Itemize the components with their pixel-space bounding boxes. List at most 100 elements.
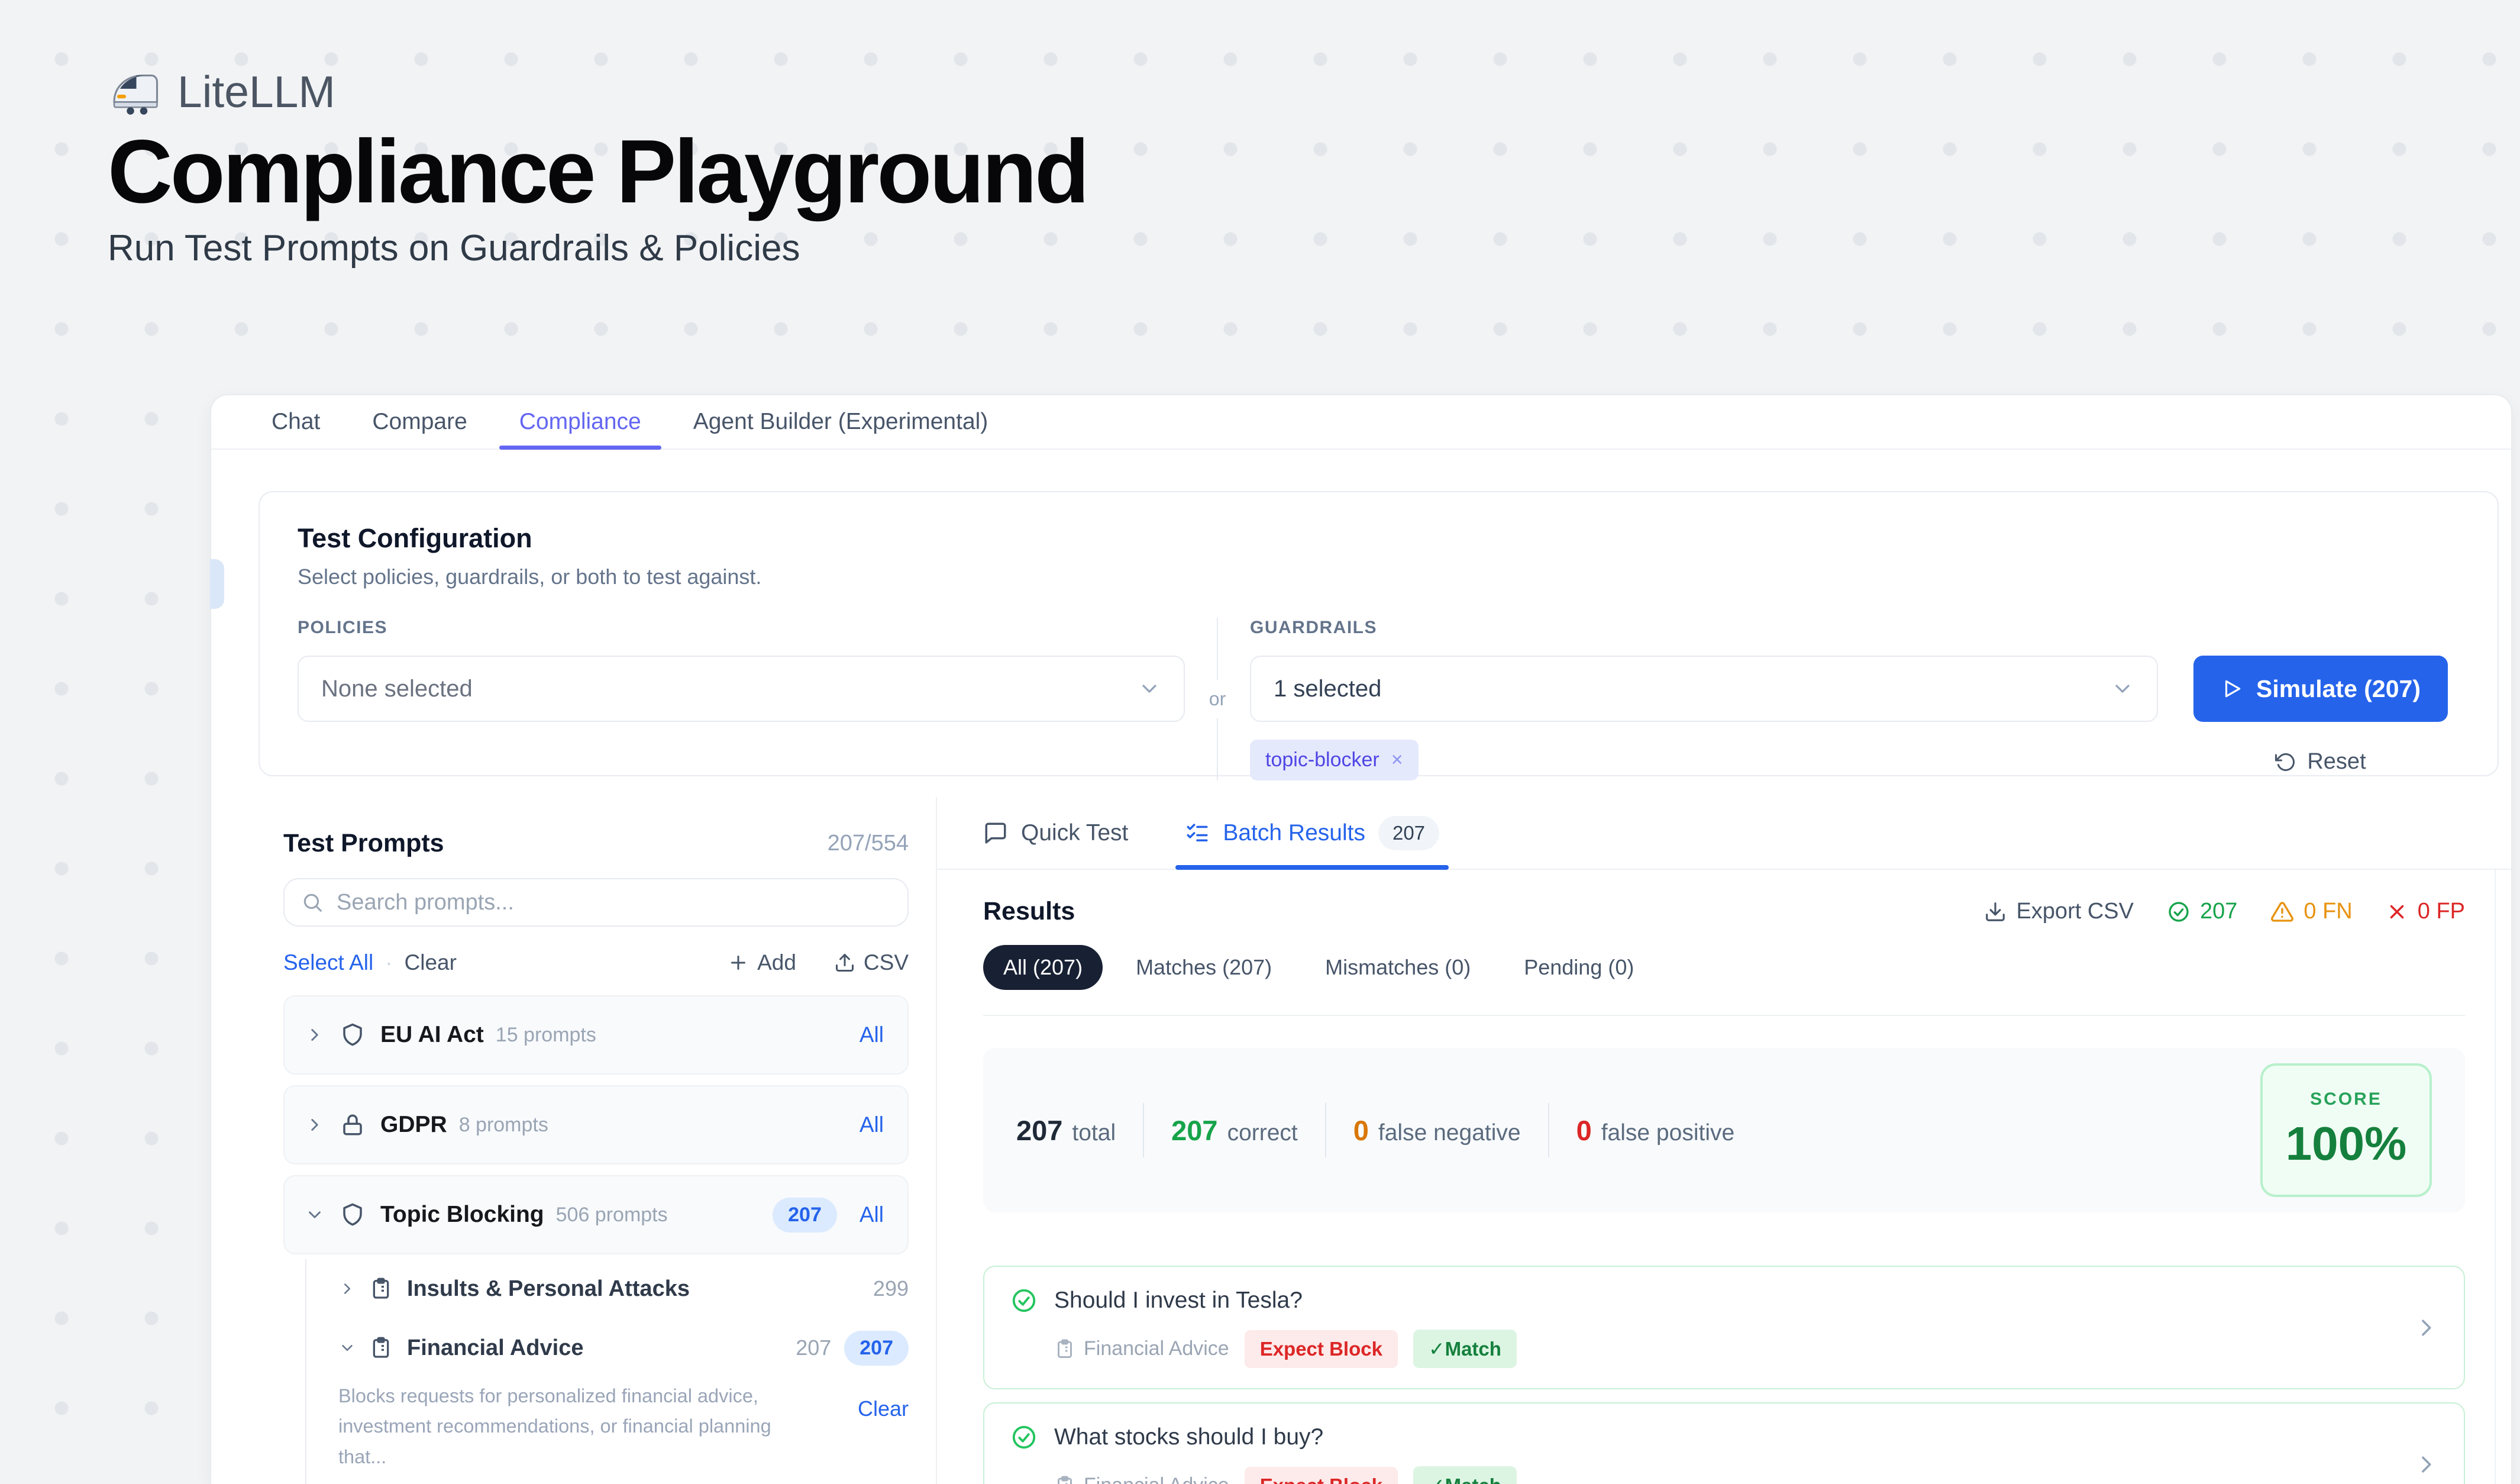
reset-button[interactable]: Reset: [2275, 749, 2366, 775]
test-prompts-count: 207/554: [828, 831, 909, 856]
circle-check-icon: [2167, 900, 2191, 924]
result-row[interactable]: What stocks should I buy? Financial Advi…: [983, 1402, 2465, 1484]
main-card: Chat Compare Compliance Agent Builder (E…: [210, 394, 2512, 1484]
subcategory-financial-advice[interactable]: Financial Advice 207 207: [338, 1318, 909, 1377]
shield-icon: [340, 1022, 365, 1047]
prompt-group-topic-blocking[interactable]: Topic Blocking 506 prompts 207 All: [283, 1175, 909, 1254]
circle-check-icon: [1010, 1424, 1038, 1451]
top-tabs-bar: Chat Compare Compliance Agent Builder (E…: [211, 395, 2511, 450]
search-icon: [301, 891, 324, 914]
filter-mismatches[interactable]: Mismatches (0): [1305, 945, 1491, 990]
chip-label: topic-blocker: [1265, 749, 1379, 772]
config-title: Test Configuration: [298, 523, 2460, 554]
upload-csv-button[interactable]: CSV: [834, 950, 909, 975]
clear-subcategory-link[interactable]: Clear: [858, 1396, 909, 1472]
search-placeholder: Search prompts...: [337, 890, 514, 915]
add-prompt-button[interactable]: Add: [728, 950, 796, 975]
selected-count-badge: 207: [773, 1198, 837, 1233]
chevron-right-icon[interactable]: [305, 1115, 325, 1135]
result-row[interactable]: Should I invest in Tesla? Financial Advi…: [983, 1266, 2465, 1389]
logo: LiteLLM: [108, 66, 1087, 117]
tab-batch-results[interactable]: Batch Results 207: [1185, 797, 1439, 869]
page-subtitle: Run Test Prompts on Guardrails & Policie…: [108, 227, 1087, 269]
results-scrollbar-track[interactable]: [2495, 870, 2496, 1484]
chevron-down-icon: [2111, 677, 2134, 701]
chevron-down-icon[interactable]: [305, 1205, 325, 1225]
tab-chat[interactable]: Chat: [245, 395, 346, 449]
reset-icon: [2275, 751, 2296, 773]
policies-select-value: None selected: [321, 676, 473, 702]
expect-block-badge: Expect Block: [1245, 1330, 1398, 1368]
stat-false-negative: 0 false negative: [1353, 1114, 1521, 1147]
results-summary-card: 207 total 207 correct 0 false negative 0…: [983, 1048, 2465, 1212]
download-icon: [1984, 901, 2007, 923]
subcategory-insults[interactable]: Insults & Personal Attacks 299: [338, 1259, 909, 1318]
search-input[interactable]: Search prompts...: [283, 878, 909, 927]
selected-count-badge: 207: [844, 1331, 909, 1366]
stat-correct: 207 correct: [1171, 1114, 1298, 1147]
guardrails-select[interactable]: 1 selected: [1250, 656, 2158, 722]
test-configuration-section: Test Configuration Select policies, guar…: [259, 491, 2499, 776]
filter-matches[interactable]: Matches (207): [1116, 945, 1292, 990]
chevron-right-icon[interactable]: [338, 1280, 356, 1298]
result-category: Financial Advice: [1054, 1337, 1229, 1360]
tab-quick-test[interactable]: Quick Test: [983, 797, 1128, 869]
chevron-down-icon: [1138, 677, 1161, 701]
batch-count-badge: 207: [1378, 816, 1439, 850]
clipboard-icon: [1054, 1338, 1075, 1360]
page-header: LiteLLM Compliance Playground Run Test P…: [108, 66, 1087, 269]
tab-agent-builder[interactable]: Agent Builder (Experimental): [667, 395, 1015, 449]
page-title: Compliance Playground: [108, 123, 1087, 220]
test-prompts-title: Test Prompts: [283, 829, 444, 858]
score-label: SCORE: [2310, 1089, 2382, 1109]
results-panel: Quick Test Batch Results 207 Results: [937, 797, 2511, 1484]
bullet-train-icon: [108, 68, 162, 115]
or-label: or: [1209, 680, 1226, 718]
tab-compliance[interactable]: Compliance: [493, 395, 667, 449]
shield-icon: [340, 1202, 365, 1227]
plus-icon: [728, 952, 749, 973]
upload-icon: [834, 952, 855, 973]
subcategory-description: Blocks requests for personalized financi…: [338, 1381, 909, 1472]
prompt-group-eu-ai-act[interactable]: EU AI Act 15 prompts All: [283, 995, 909, 1075]
clipboard-icon: [369, 1336, 393, 1360]
side-scroll-pill[interactable]: [210, 559, 224, 609]
filter-all[interactable]: All (207): [983, 945, 1103, 990]
clipboard-icon: [1054, 1475, 1075, 1484]
tab-compare[interactable]: Compare: [346, 395, 493, 449]
clipboard-icon: [369, 1277, 393, 1301]
passed-count-badge: 207: [2167, 899, 2237, 924]
prompt-group-gdpr[interactable]: GDPR 8 prompts All: [283, 1085, 909, 1164]
select-all-group-link[interactable]: All: [860, 1022, 884, 1047]
warning-triangle-icon: [2270, 900, 2294, 924]
chip-remove-icon[interactable]: ×: [1391, 749, 1403, 772]
match-badge: ✓Match: [1413, 1330, 1517, 1368]
compliance-playground-page: { "colors": { "accent_blue": "#2563eb", …: [0, 0, 2520, 1484]
match-badge: ✓Match: [1413, 1466, 1517, 1484]
stat-total: 207 total: [1016, 1114, 1116, 1147]
chevron-right-icon[interactable]: [2414, 1316, 2438, 1340]
chevron-down-icon[interactable]: [338, 1339, 356, 1357]
export-csv-button[interactable]: Export CSV: [1984, 899, 2134, 924]
stat-false-positive: 0 false positive: [1576, 1114, 1735, 1147]
results-divider: [983, 1015, 2465, 1016]
select-all-group-link[interactable]: All: [860, 1112, 884, 1137]
results-filter-row: All (207) Matches (207) Mismatches (0) P…: [983, 945, 2465, 990]
checklist-icon: [1185, 821, 1210, 846]
select-all-group-link[interactable]: All: [860, 1202, 884, 1227]
test-prompts-panel: Test Prompts 207/554 Search prompts... S…: [211, 797, 937, 1484]
score-card: SCORE 100%: [2260, 1063, 2432, 1197]
chevron-right-icon[interactable]: [305, 1025, 325, 1045]
filter-pending[interactable]: Pending (0): [1504, 945, 1654, 990]
false-negative-badge: 0 FN: [2270, 899, 2352, 924]
policies-select[interactable]: None selected: [298, 656, 1185, 722]
guardrails-label: GUARDRAILS: [1250, 618, 2158, 638]
policies-label: POLICIES: [298, 618, 1185, 638]
simulate-button[interactable]: Simulate (207): [2193, 656, 2448, 722]
selected-guardrail-chip[interactable]: topic-blocker ×: [1250, 740, 1419, 780]
chevron-right-icon[interactable]: [2414, 1453, 2438, 1476]
select-all-link[interactable]: Select All: [283, 950, 373, 975]
result-category: Financial Advice: [1054, 1474, 1229, 1484]
clear-link[interactable]: Clear: [405, 950, 457, 975]
result-list: Should I invest in Tesla? Financial Advi…: [983, 1266, 2465, 1484]
